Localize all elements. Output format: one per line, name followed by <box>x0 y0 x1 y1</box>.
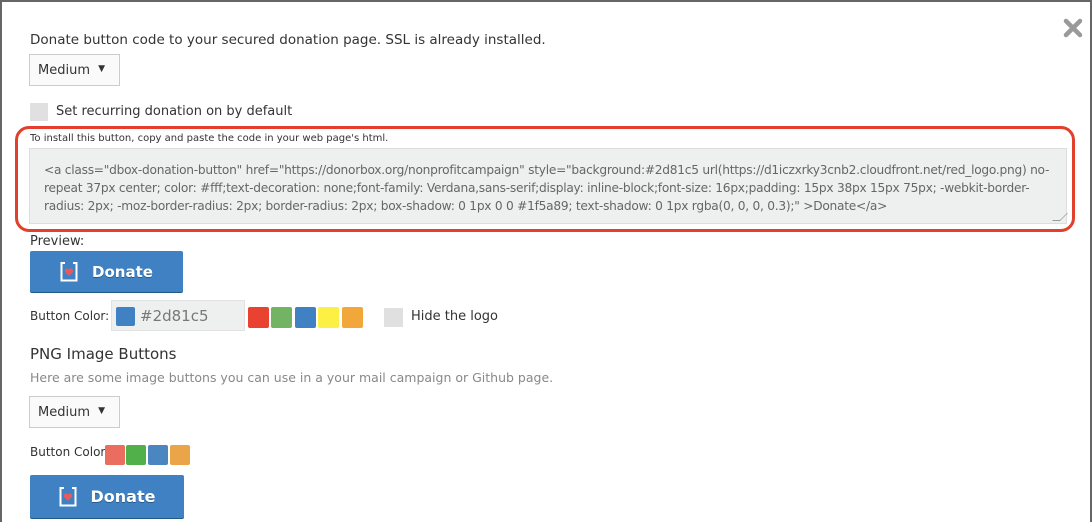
close-button[interactable] <box>1062 17 1084 39</box>
resize-grip-icon[interactable] <box>1052 213 1068 221</box>
donate-preview-label: Donate <box>92 262 153 281</box>
caret-down-icon: ▼ <box>98 406 105 416</box>
donate-button-modal: Donate button code to your secured donat… <box>0 0 1092 522</box>
button-size-value: Medium <box>38 63 90 78</box>
color-hex-value: #2d81c5 <box>140 307 209 325</box>
button-size-select[interactable]: Medium ▼ <box>29 54 120 86</box>
donorbox-logo-icon <box>60 261 78 281</box>
donate-preview-button[interactable]: Donate <box>30 251 183 292</box>
recurring-checkbox[interactable] <box>30 103 48 121</box>
recurring-checkbox-label: Set recurring donation on by default <box>56 104 293 119</box>
swatch-blue[interactable] <box>295 307 316 328</box>
install-note: To install this button, copy and paste t… <box>30 133 389 144</box>
png-donate-label: Donate <box>90 487 156 506</box>
preview-label: Preview: <box>30 234 85 249</box>
png-size-value: Medium <box>38 405 90 420</box>
png-swatch-green[interactable] <box>126 445 146 465</box>
caret-down-icon: ▼ <box>98 64 105 74</box>
close-icon <box>1063 18 1083 38</box>
png-swatch-orange[interactable] <box>170 445 190 465</box>
color-preview-chip <box>116 307 135 326</box>
swatch-orange[interactable] <box>342 307 363 328</box>
hide-logo-label: Hide the logo <box>411 309 499 324</box>
button-color-input[interactable]: #2d81c5 <box>111 300 245 331</box>
png-size-select[interactable]: Medium ▼ <box>29 396 120 428</box>
intro-text: Donate button code to your secured donat… <box>30 32 546 48</box>
donorbox-logo-icon <box>59 486 77 506</box>
button-color-label: Button Color: <box>30 309 110 323</box>
png-swatch-red[interactable] <box>105 445 125 465</box>
swatch-green[interactable] <box>271 307 292 328</box>
swatch-red[interactable] <box>248 307 269 328</box>
png-section-description: Here are some image buttons you can use … <box>30 370 554 385</box>
swatch-yellow[interactable] <box>318 307 339 328</box>
png-swatch-blue[interactable] <box>148 445 168 465</box>
hide-logo-checkbox[interactable] <box>384 308 403 327</box>
png-button-color-label: Button Color: <box>30 445 110 459</box>
png-donate-button[interactable]: Donate <box>30 475 184 518</box>
png-section-title: PNG Image Buttons <box>30 345 177 363</box>
embed-code-text: <a class="dbox-donation-button" href="ht… <box>44 163 1050 213</box>
embed-code-textarea[interactable]: <a class="dbox-donation-button" href="ht… <box>29 148 1068 224</box>
